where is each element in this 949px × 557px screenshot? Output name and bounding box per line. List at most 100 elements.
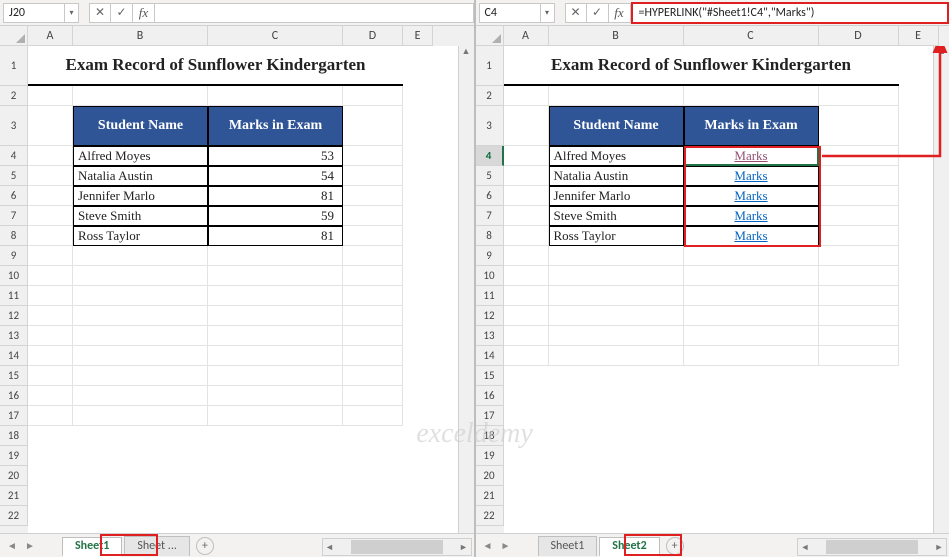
cell[interactable] [73,286,208,306]
title-cell[interactable]: Exam Record of Sunflower Kindergarten [28,46,403,86]
row-header[interactable]: 19 [476,446,504,466]
cell[interactable] [28,326,73,346]
row-header[interactable]: 22 [0,506,28,526]
horizontal-scrollbar[interactable]: ◄► [322,538,472,556]
name-box[interactable]: J20 [3,3,65,23]
cell[interactable] [343,346,403,366]
cell[interactable] [73,386,208,406]
cell[interactable] [819,286,899,306]
row-header[interactable]: 13 [0,326,28,346]
cell[interactable] [684,86,819,106]
cell[interactable] [208,406,343,426]
cell[interactable] [819,306,899,326]
cancel-formula-button[interactable]: ✕ [89,3,111,23]
tab-nav-next-icon[interactable]: ► [22,538,38,554]
row-header[interactable]: 18 [476,426,504,446]
cell[interactable] [343,166,403,186]
cell[interactable] [819,226,899,246]
cell[interactable] [208,386,343,406]
cell[interactable] [684,306,819,326]
cell[interactable] [819,246,899,266]
hyperlink-cell[interactable]: Marks [684,166,819,186]
cell[interactable] [28,146,73,166]
row-header[interactable]: 17 [476,406,504,426]
cell[interactable] [549,306,684,326]
cell[interactable] [28,86,73,106]
cell[interactable] [28,186,73,206]
row-header[interactable]: 17 [0,406,28,426]
row-header[interactable]: 15 [0,366,28,386]
cell[interactable] [208,266,343,286]
cell[interactable] [28,166,73,186]
cell[interactable] [684,346,819,366]
cell[interactable] [684,266,819,286]
tab-nav-prev-icon[interactable]: ◄ [480,538,496,554]
cell[interactable] [28,246,73,266]
table-cell-marks[interactable]: 54 [208,166,343,186]
table-header-name[interactable]: Student Name [549,106,684,146]
tab-nav-next-icon[interactable]: ► [498,538,514,554]
cell[interactable] [73,86,208,106]
row-header[interactable]: 6 [476,186,504,206]
cell[interactable] [819,166,899,186]
row-header[interactable]: 10 [0,266,28,286]
cell[interactable] [504,226,549,246]
cell[interactable] [343,326,403,346]
cell[interactable] [28,366,73,386]
cell[interactable] [684,246,819,266]
row-header[interactable]: 22 [476,506,504,526]
cell[interactable] [343,186,403,206]
col-header-D[interactable]: D [343,26,403,46]
cell[interactable] [73,406,208,426]
row-header[interactable]: 7 [476,206,504,226]
row-header[interactable]: 11 [476,286,504,306]
cell[interactable] [343,366,403,386]
cell[interactable] [504,106,549,146]
hyperlink-cell[interactable]: Marks [684,226,819,246]
row-header[interactable]: 1 [476,46,504,86]
cell[interactable] [504,346,549,366]
row-header[interactable]: 20 [476,466,504,486]
row-header[interactable]: 13 [476,326,504,346]
cell[interactable] [549,246,684,266]
table-cell-name[interactable]: Natalia Austin [549,166,684,186]
cell[interactable] [343,206,403,226]
tab-nav-prev-icon[interactable]: ◄ [4,538,20,554]
row-header[interactable]: 2 [0,86,28,106]
row-header[interactable]: 4 [0,146,28,166]
cell[interactable] [549,86,684,106]
cell[interactable] [343,246,403,266]
cell[interactable] [343,406,403,426]
hyperlink-cell[interactable]: Marks [684,206,819,226]
col-header-B[interactable]: B [73,26,208,46]
sheet-tab-sheet1[interactable]: Sheet1 [538,536,598,556]
row-header[interactable]: 11 [0,286,28,306]
table-header-marks[interactable]: Marks in Exam [208,106,343,146]
cell[interactable] [343,106,403,146]
cell[interactable] [73,366,208,386]
cell[interactable] [343,226,403,246]
row-header[interactable]: 12 [0,306,28,326]
table-cell-marks[interactable]: 53 [208,146,343,166]
row-header[interactable]: 19 [0,446,28,466]
table-header-marks[interactable]: Marks in Exam [684,106,819,146]
row-header[interactable]: 12 [476,306,504,326]
row-header[interactable]: 20 [0,466,28,486]
row-header[interactable]: 16 [476,386,504,406]
cell[interactable] [343,286,403,306]
row-header[interactable]: 10 [476,266,504,286]
table-cell-marks[interactable]: 81 [208,186,343,206]
cell[interactable] [504,146,549,166]
table-header-name[interactable]: Student Name [73,106,208,146]
col-header-A[interactable]: A [504,26,549,46]
table-cell-marks[interactable]: 59 [208,206,343,226]
row-header[interactable]: 14 [476,346,504,366]
cell[interactable] [208,366,343,386]
cell[interactable] [208,326,343,346]
row-header[interactable]: 1 [0,46,28,86]
row-header[interactable]: 9 [476,246,504,266]
table-cell-name[interactable]: Ross Taylor [549,226,684,246]
cell[interactable] [73,346,208,366]
row-header[interactable]: 7 [0,206,28,226]
col-header-E[interactable]: E [403,26,433,46]
